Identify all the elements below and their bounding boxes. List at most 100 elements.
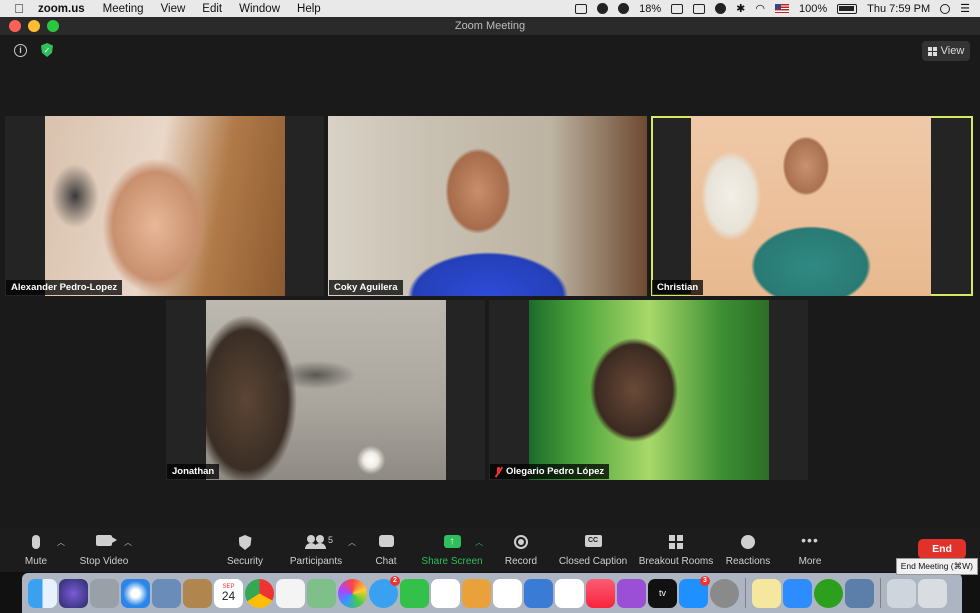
end-meeting-button[interactable]: End (918, 539, 966, 559)
stop-video-label: Stop Video (79, 556, 129, 567)
notes-reminders-icon[interactable] (276, 578, 305, 608)
participant-name-label: Christian (652, 280, 704, 295)
compass-icon[interactable] (715, 3, 727, 14)
facetime-icon[interactable] (400, 578, 429, 608)
battery-monitor-text[interactable]: 18% (639, 3, 661, 15)
menu-window[interactable]: Window (239, 3, 280, 15)
calendar-icon[interactable]: SEP 24 (214, 578, 243, 608)
more-label: More (798, 556, 822, 567)
news-icon[interactable] (555, 578, 584, 608)
share-screen-button[interactable]: ↑ Share Screen (420, 528, 484, 572)
vpn-icon[interactable] (618, 3, 630, 14)
battery-percent[interactable]: 100% (799, 3, 827, 15)
reactions-label: Reactions (725, 556, 771, 567)
menu-help[interactable]: Help (297, 3, 321, 15)
security-label: Security (226, 556, 264, 567)
menu-meeting[interactable]: Meeting (103, 3, 144, 15)
messages-icon[interactable]: 2 (369, 575, 400, 608)
record-label: Record (504, 556, 538, 567)
participants-button[interactable]: 5 Participants (284, 528, 348, 572)
siri-icon[interactable] (59, 578, 88, 608)
downloads-folder-icon[interactable] (887, 578, 916, 608)
stop-video-button[interactable]: Stop Video (76, 528, 132, 572)
closed-caption-button[interactable]: CC Closed Caption (558, 528, 628, 572)
video-tile-alexander[interactable]: Alexander Pedro-Lopez (5, 116, 324, 296)
chrome-icon[interactable] (245, 578, 274, 608)
safari-icon[interactable] (121, 578, 150, 608)
zoom-status-icon[interactable] (575, 3, 588, 14)
apple-menu-icon[interactable]:  (12, 1, 26, 16)
stickies-icon[interactable] (752, 578, 781, 608)
view-button-label: View (940, 45, 965, 57)
dock-separator (880, 578, 881, 608)
creative-cloud-icon[interactable] (597, 3, 609, 14)
preview-icon[interactable] (845, 578, 874, 608)
more-dots-icon: ••• (801, 532, 819, 548)
video-feed (45, 116, 285, 296)
airplay-icon[interactable] (671, 3, 684, 14)
maps-icon[interactable] (307, 578, 336, 608)
mute-button[interactable]: Mute (18, 528, 54, 572)
reactions-button[interactable]: Reactions (724, 528, 772, 572)
contacts-icon[interactable] (183, 578, 212, 608)
bluetooth-icon[interactable]: ✱ (736, 2, 745, 15)
more-button[interactable]: ••• More (792, 528, 828, 572)
audio-options-chevron-icon[interactable]: ︿ (57, 537, 65, 548)
meeting-controls-toolbar: Mute ︿ Stop Video ︿ Security 5 Participa… (0, 528, 980, 572)
record-button[interactable]: Record (500, 528, 542, 572)
meeting-info-icon[interactable]: i (14, 43, 27, 57)
chat-bubble-icon (378, 535, 394, 547)
music-icon[interactable] (586, 578, 615, 608)
share-screen-arrow-icon: ↑ (443, 535, 461, 548)
share-screen-label: Share Screen (421, 556, 483, 567)
pages-icon[interactable] (462, 578, 491, 608)
record-icon (514, 535, 528, 549)
apple-tv-icon[interactable]: tv (648, 578, 677, 608)
video-tile-coky[interactable]: Coky Aguilera (328, 116, 647, 296)
chat-button[interactable]: Chat (368, 528, 404, 572)
menu-edit[interactable]: Edit (202, 3, 222, 15)
finder-icon[interactable] (28, 578, 57, 608)
zoom-app-icon[interactable] (783, 578, 812, 608)
app-store-icon[interactable]: 3 (679, 575, 710, 608)
microphone-icon (32, 535, 40, 549)
app-menu[interactable]: zoom.us (38, 3, 85, 15)
video-options-chevron-icon[interactable]: ︿ (124, 537, 132, 548)
display-icon[interactable] (693, 3, 706, 14)
app-store-badge: 3 (700, 575, 710, 586)
security-button[interactable]: Security (222, 528, 268, 572)
podcasts-icon[interactable] (617, 578, 646, 608)
numbers-icon[interactable] (493, 578, 522, 608)
video-tile-jonathan[interactable]: Jonathan (166, 300, 485, 480)
textedit-icon[interactable] (431, 578, 460, 608)
grid-view-icon (927, 46, 937, 56)
input-source-flag-icon[interactable] (775, 4, 789, 13)
breakout-rooms-label: Breakout Rooms (638, 556, 714, 567)
launchpad-icon[interactable] (90, 578, 119, 608)
participants-count: 5 (328, 535, 334, 545)
participants-options-chevron-icon[interactable]: ︿ (348, 537, 356, 548)
menubar-clock[interactable]: Thu 7:59 PM (867, 3, 930, 15)
video-tile-christian-active-speaker[interactable]: Christian (651, 116, 973, 296)
encryption-shield-icon[interactable]: ✓ (41, 43, 53, 57)
quickbooks-icon[interactable] (814, 578, 843, 608)
photos-icon[interactable] (338, 578, 367, 608)
menu-view[interactable]: View (161, 3, 186, 15)
control-center-icon[interactable]: ☰ (960, 2, 970, 15)
video-feed (529, 300, 769, 480)
trash-icon[interactable] (918, 578, 947, 608)
photo-booth-icon[interactable] (152, 578, 181, 608)
mute-label: Mute (24, 556, 48, 567)
view-button[interactable]: View (922, 41, 970, 61)
system-preferences-icon[interactable] (710, 578, 739, 608)
camera-icon (96, 535, 117, 546)
wifi-icon[interactable]: ◠ (755, 2, 765, 15)
video-tile-olegario[interactable]: Olegario Pedro López (489, 300, 808, 480)
battery-icon[interactable] (837, 3, 858, 14)
end-meeting-tooltip: End Meeting (⌘W) (895, 558, 978, 575)
breakout-rooms-button[interactable]: Breakout Rooms (638, 528, 714, 572)
spotlight-icon[interactable] (940, 3, 951, 14)
share-options-chevron-icon[interactable]: ︿ (475, 537, 483, 548)
keynote-icon[interactable] (524, 578, 553, 608)
muted-mic-icon (495, 466, 502, 477)
